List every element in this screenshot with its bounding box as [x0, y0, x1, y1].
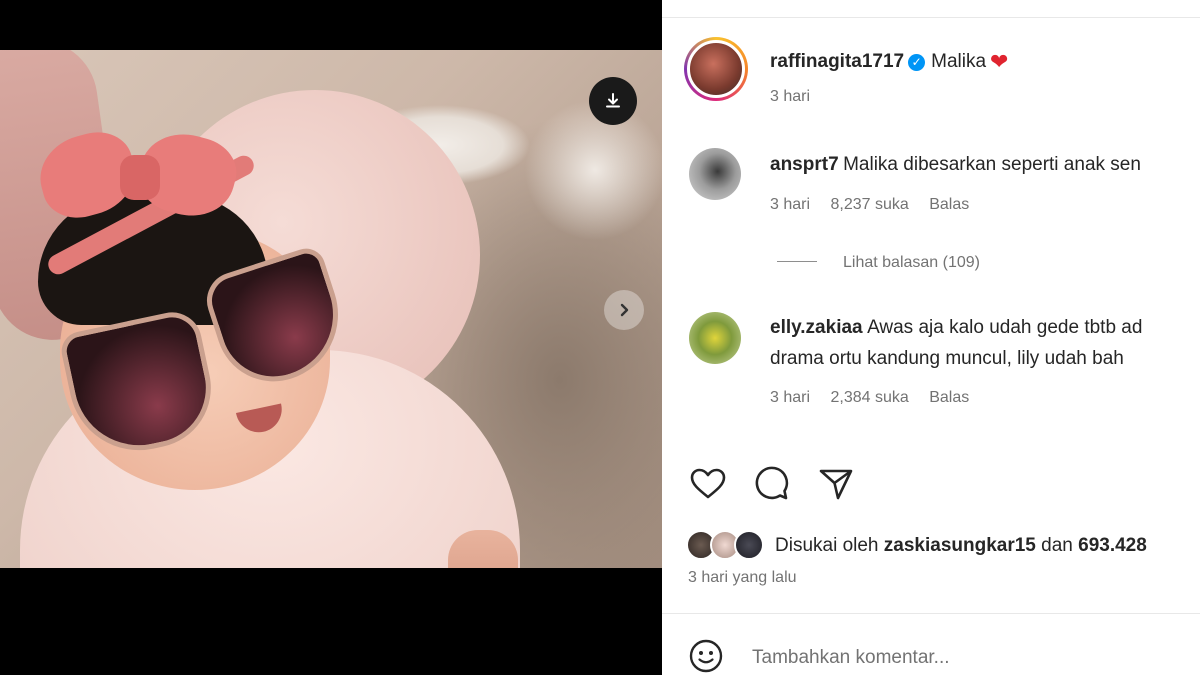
comment-text-line-2: drama ortu kandung muncul, lily udah bah — [770, 348, 1124, 369]
reply-line — [777, 261, 817, 262]
comment-likes[interactable]: 2,384 suka — [830, 389, 908, 406]
avatar-image — [687, 40, 745, 98]
author-avatar[interactable] — [684, 37, 748, 101]
view-replies-label: Lihat balasan (109) — [843, 254, 980, 271]
comment-time[interactable]: 3 hari — [770, 196, 810, 213]
caption-text: Malika — [931, 51, 987, 72]
verified-badge-icon: ✓ — [908, 54, 926, 71]
comment-meta: 3 hari 2,384 suka Balas — [770, 389, 969, 407]
post-panel: raffinagita1717 ✓ Malika ❤ 3 hari ansprt7 M… — [662, 0, 1200, 675]
likes-connector: dan — [1041, 535, 1073, 556]
divider — [662, 613, 1200, 614]
media-pane — [0, 0, 662, 675]
comment-reply-button[interactable]: Balas — [929, 389, 969, 406]
comment-text: Awas aja kalo udah gede tbtb ad — [867, 317, 1143, 338]
comment-button[interactable] — [752, 464, 792, 504]
carousel-next-button[interactable] — [604, 290, 644, 330]
comment-text: Malika dibesarkan seperti anak sen — [843, 154, 1141, 175]
post-age[interactable]: 3 hari yang lalu — [688, 569, 797, 587]
comment-row: ansprt7 Malika dibesarkan seperti anak s… — [770, 154, 1141, 176]
emoji-icon — [689, 639, 723, 673]
comment-username[interactable]: ansprt7 — [770, 154, 839, 175]
caption-row: raffinagita1717 ✓ Malika ❤ — [770, 49, 1008, 75]
download-icon — [606, 93, 620, 108]
share-button[interactable] — [816, 464, 856, 504]
likes-summary: Disukai oleh zaskiasungkar15 dan 693.428 — [775, 535, 1147, 557]
photo-bow — [31, 124, 244, 235]
comment-username[interactable]: elly.zakiaa — [770, 317, 863, 338]
likes-user[interactable]: zaskiasungkar15 — [884, 535, 1036, 556]
commenter-avatar[interactable] — [689, 312, 741, 364]
author-username[interactable]: raffinagita1717 — [770, 51, 904, 72]
likes-count[interactable]: 693.428 — [1078, 535, 1147, 556]
view-replies-button[interactable]: Lihat balasan (109) — [777, 254, 980, 272]
comment-input[interactable] — [752, 644, 1172, 672]
comment-row: elly.zakiaa Awas aja kalo udah gede tbtb… — [770, 317, 1142, 339]
share-icon — [819, 469, 853, 500]
liker-avatar[interactable] — [734, 530, 764, 560]
comment-time[interactable]: 3 hari — [770, 389, 810, 406]
post-photo[interactable] — [0, 50, 662, 568]
likes-prefix: Disukai oleh — [775, 535, 879, 556]
heart-icon — [690, 468, 726, 499]
like-button[interactable] — [688, 464, 728, 504]
divider — [662, 17, 1200, 18]
caption-time[interactable]: 3 hari — [770, 88, 810, 106]
red-heart-emoji-icon: ❤ — [990, 49, 1009, 74]
comment-likes[interactable]: 8,237 suka — [830, 196, 908, 213]
bow-knot — [120, 155, 160, 200]
comment-reply-button[interactable]: Balas — [929, 196, 969, 213]
chevron-right-icon — [620, 303, 629, 317]
commenter-avatar[interactable] — [689, 148, 741, 200]
comment-icon — [755, 466, 789, 500]
comment-meta: 3 hari 8,237 suka Balas — [770, 196, 969, 214]
emoji-button[interactable] — [688, 638, 724, 674]
download-button[interactable] — [589, 77, 637, 125]
